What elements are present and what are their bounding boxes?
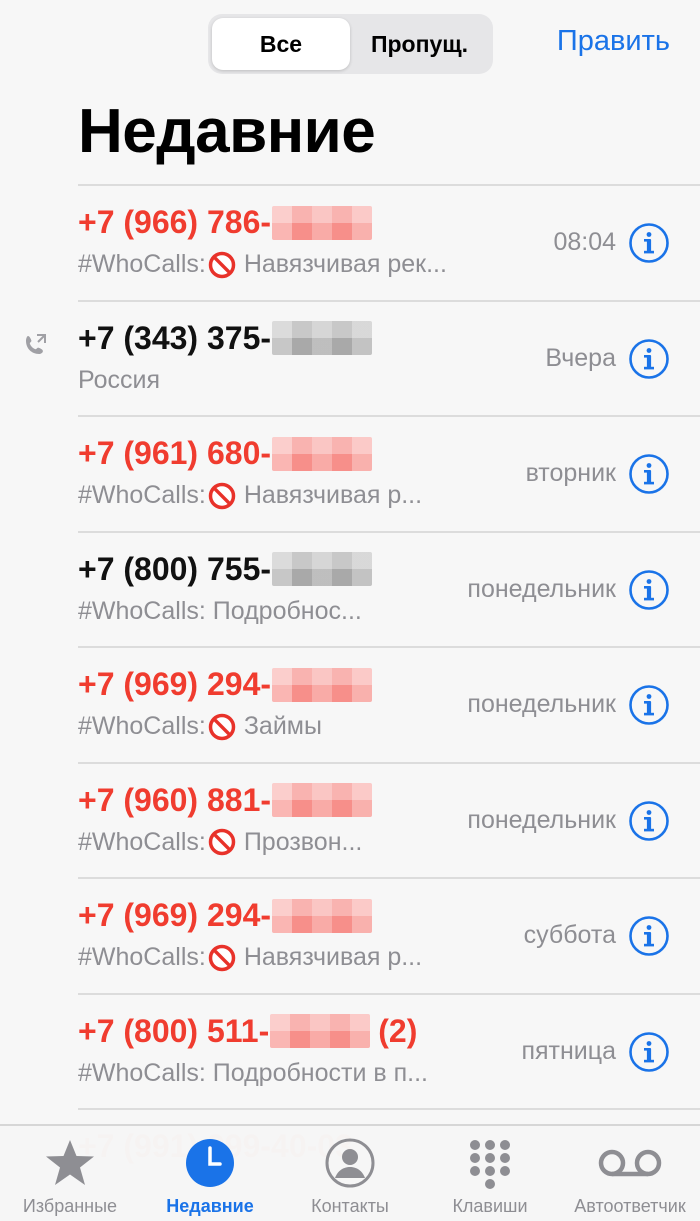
caller-category: Навязчивая рек... <box>243 250 447 278</box>
caller-subtitle: Россия <box>78 366 160 395</box>
caller-number: +7 (961) 680- <box>78 435 272 471</box>
segment-all[interactable]: Все <box>212 18 350 70</box>
info-icon[interactable] <box>628 684 670 726</box>
call-row[interactable]: +7 (961) 680- #WhoCalls: Навязчивая р... вт… <box>78 415 700 531</box>
tab-clock[interactable]: Недавние <box>140 1126 280 1221</box>
tab-label: Клавиши <box>452 1196 528 1216</box>
call-time: понедельник <box>467 574 616 603</box>
caller-subtitle: #WhoCalls: Займы <box>78 712 322 741</box>
info-icon[interactable] <box>628 569 670 611</box>
prohibited-icon <box>208 251 236 279</box>
tab-label: Контакты <box>311 1196 389 1216</box>
call-row[interactable]: +7 (969) 294- #WhoCalls: Навязчивая р... су… <box>78 877 700 993</box>
redacted-digits <box>272 783 373 817</box>
tab-label: Автоответчик <box>574 1196 686 1216</box>
edit-button[interactable]: Править <box>557 25 670 58</box>
caller-label: #WhoCalls: <box>78 481 206 509</box>
call-row[interactable]: +7 (800) 511- (2) #WhoCalls: Подробности в… <box>78 992 700 1109</box>
segmented-control: Все Пропущ. <box>208 14 493 74</box>
caller-category: Прозвон... <box>243 827 363 856</box>
caller-category: Навязчивая р... <box>243 943 423 971</box>
caller-category: Займы <box>243 712 322 740</box>
caller-number-line: +7 (343) 375- <box>78 319 373 357</box>
call-time: пятница <box>521 1036 616 1065</box>
caller-number-line: +7 (800) 511- (2) <box>78 1013 417 1050</box>
tab-keypad[interactable]: Клавиши <box>420 1126 560 1221</box>
caller-category: Навязчивая р... <box>243 481 423 509</box>
caller-number-line: +7 (961) 680- <box>78 435 373 472</box>
redacted-digits <box>270 1014 371 1048</box>
prohibited-icon <box>208 828 236 856</box>
call-time: понедельник <box>467 690 616 718</box>
redacted-digits <box>272 552 373 586</box>
redacted-digits <box>272 667 373 702</box>
call-time: Вчера <box>545 343 616 372</box>
prohibited-icon <box>208 713 236 741</box>
tab-voicemail[interactable]: Автоответчик <box>560 1126 700 1221</box>
info-icon[interactable] <box>628 453 670 495</box>
tab-bar: Избранные Недавние Контакты Клавиши Автоотве… <box>0 1124 700 1221</box>
caller-subtitle: #WhoCalls: Подробности в п... <box>78 1059 428 1088</box>
call-count: (2) <box>378 1012 418 1049</box>
caller-number: +7 (800) 755- <box>78 550 272 587</box>
caller-number-line: +7 (960) 881- <box>78 781 373 819</box>
caller-number: +7 (960) 881- <box>78 781 272 818</box>
caller-subtitle: #WhoCalls: Навязчивая р... <box>78 481 422 510</box>
caller-number: +7 (343) 375- <box>78 319 272 356</box>
call-time: 08:04 <box>553 228 616 256</box>
caller-number: +7 (800) 511- <box>78 1012 270 1049</box>
redacted-digits <box>272 321 373 355</box>
caller-number-line: +7 (966) 786- <box>78 204 373 241</box>
caller-subtitle: #WhoCalls: Навязчивая р... <box>78 943 422 972</box>
keypad-icon <box>463 1136 517 1190</box>
call-row[interactable]: +7 (343) 375- Россия Вчера <box>26 299 700 416</box>
page-title: Недавние <box>78 97 376 166</box>
info-icon[interactable] <box>628 1031 670 1073</box>
segment-missed[interactable]: Пропущ. <box>350 18 489 70</box>
prohibited-icon <box>208 944 236 972</box>
contact-icon <box>323 1136 377 1190</box>
tab-star[interactable]: Избранные <box>0 1126 140 1221</box>
call-time: суббота <box>523 921 616 949</box>
caller-number: +7 (969) 294- <box>78 666 272 702</box>
caller-number-line: +7 (969) 294- <box>78 666 373 703</box>
caller-label: #WhoCalls: <box>78 250 206 278</box>
tab-label: Избранные <box>22 1196 118 1216</box>
caller-subtitle: #WhoCalls: Навязчивая рек... <box>78 250 447 279</box>
call-row[interactable]: +7 (969) 294- #WhoCalls: Займы понедельник <box>78 646 700 762</box>
caller-label: #WhoCalls: <box>78 943 206 971</box>
tab-label: Недавние <box>166 1196 254 1216</box>
caller-subtitle: #WhoCalls: Прозвон... <box>78 828 362 857</box>
caller-number-line: +7 (969) 294- <box>78 897 373 934</box>
recent-calls-list: +7 (966) 786- #WhoCalls: Навязчивая рек...… <box>0 184 700 1164</box>
call-row[interactable]: +7 (966) 786- #WhoCalls: Навязчивая рек...… <box>78 184 700 300</box>
clock-icon <box>183 1136 237 1190</box>
star-icon <box>43 1136 97 1190</box>
voicemail-icon <box>595 1136 665 1190</box>
redacted-digits <box>272 436 373 471</box>
caller-number: +7 (966) 786- <box>78 204 272 240</box>
info-icon[interactable] <box>628 222 670 264</box>
caller-label: #WhoCalls: Подробности в п... <box>78 1058 428 1087</box>
caller-subtitle: #WhoCalls: Подробнос... <box>78 597 362 626</box>
tab-contact[interactable]: Контакты <box>280 1126 420 1221</box>
info-icon[interactable] <box>628 915 670 957</box>
info-icon[interactable] <box>628 800 670 842</box>
call-time: понедельник <box>467 805 616 834</box>
caller-label: #WhoCalls: Подробнос... <box>78 596 362 625</box>
info-icon[interactable] <box>628 338 670 380</box>
call-time: вторник <box>525 459 616 487</box>
redacted-digits <box>272 898 373 933</box>
caller-label: #WhoCalls: <box>78 712 206 740</box>
outgoing-call-icon <box>22 332 48 358</box>
caller-label: Россия <box>78 365 160 394</box>
call-row[interactable]: +7 (960) 881- #WhoCalls: Прозвон... понедел… <box>78 761 700 878</box>
redacted-digits <box>272 205 373 240</box>
caller-label: #WhoCalls: <box>78 827 206 856</box>
prohibited-icon <box>208 482 236 510</box>
call-row[interactable]: +7 (800) 755- #WhoCalls: Подробнос... поне… <box>78 530 700 647</box>
caller-number-line: +7 (800) 755- <box>78 550 373 588</box>
caller-number: +7 (969) 294- <box>78 897 272 933</box>
